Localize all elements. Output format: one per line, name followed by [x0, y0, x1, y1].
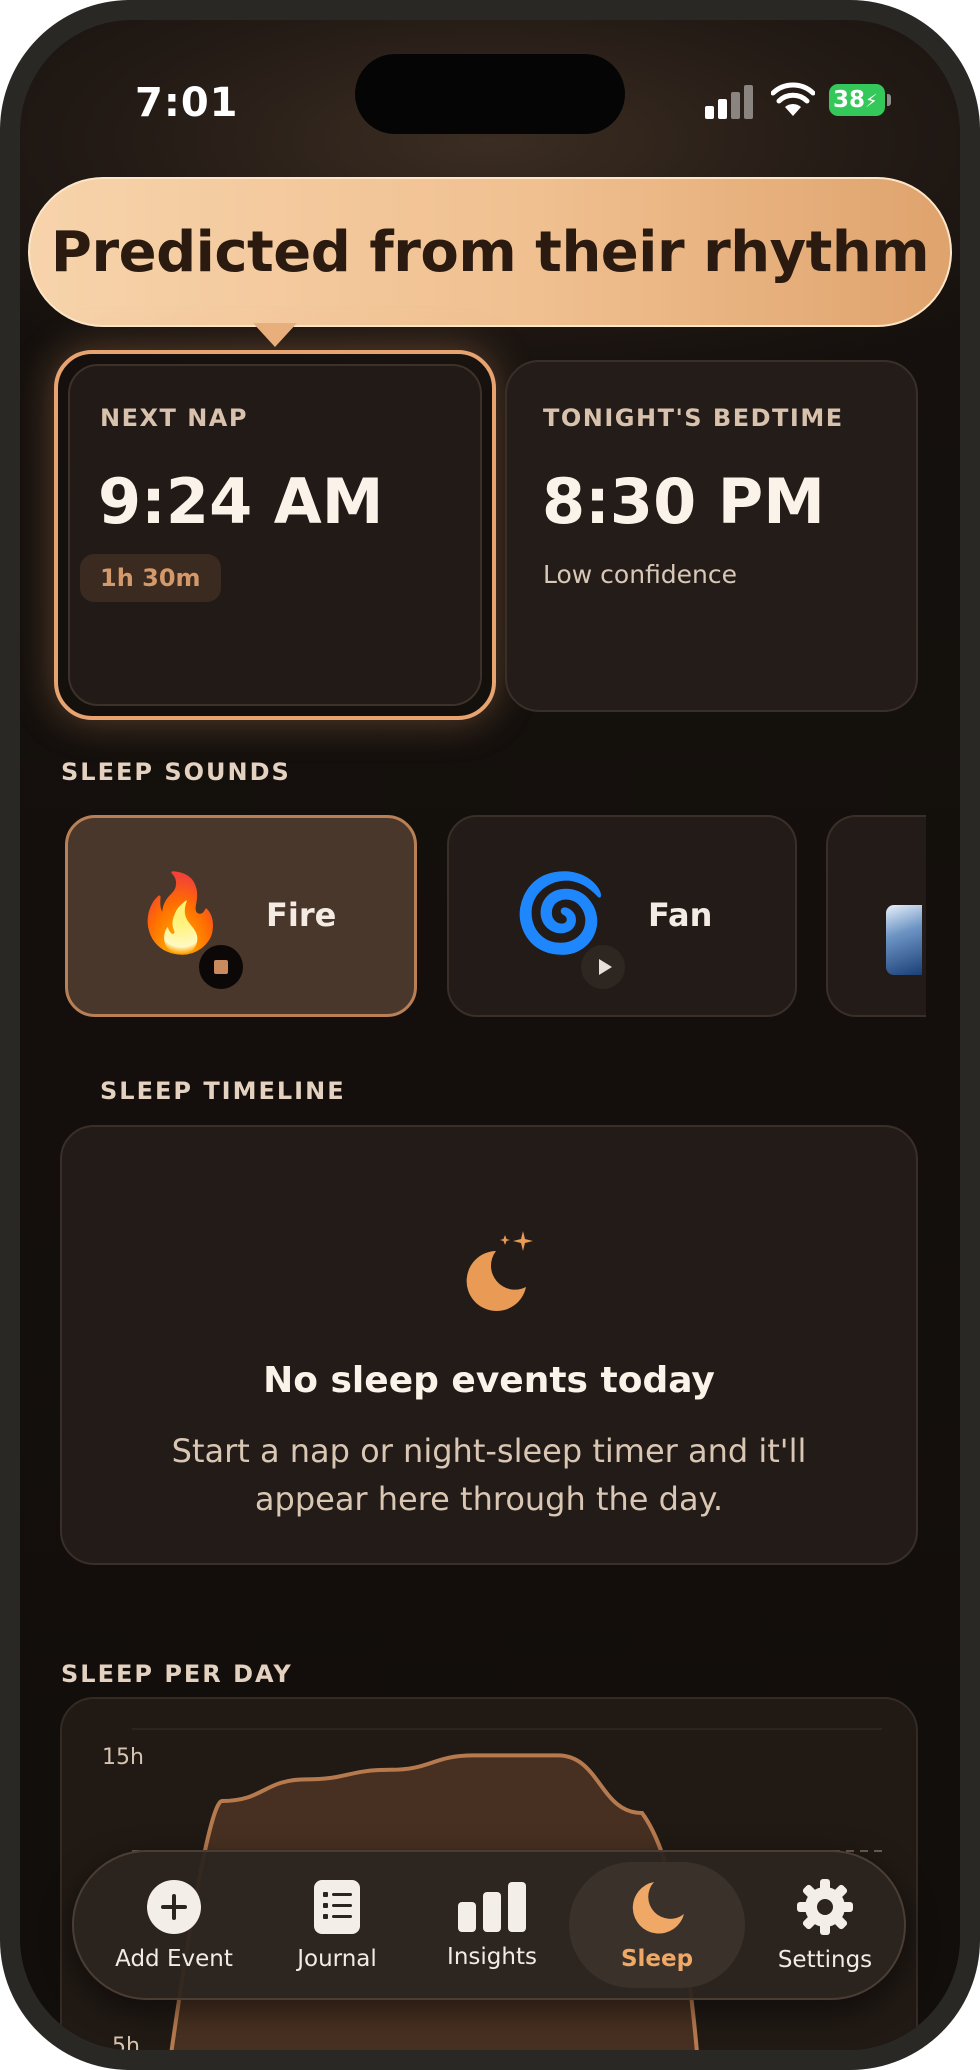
bedtime-label: TONIGHT'S BEDTIME: [543, 404, 844, 432]
next-nap-label: NEXT NAP: [100, 404, 248, 432]
moon-icon: [632, 1882, 684, 1934]
wifi-icon: [771, 82, 815, 116]
tooltip-pointer: [253, 323, 297, 347]
sound-fire-label: Fire: [266, 896, 337, 934]
status-time: 7:01: [135, 80, 239, 126]
phone-frame: 7:01 38⚡ Predicted from their rhythm NEX…: [0, 0, 980, 2070]
plus-circle-icon: [147, 1880, 201, 1934]
sound-fan-card[interactable]: [447, 815, 797, 1017]
sound-fan-label: Fan: [648, 896, 713, 934]
tab-label: Insights: [447, 1944, 537, 1970]
tab-journal[interactable]: Journal: [264, 1852, 410, 1998]
fire-icon: 🔥: [133, 868, 228, 957]
fan-icon: 🌀: [513, 868, 608, 957]
tab-label: Add Event: [115, 1946, 233, 1972]
tab-label: Sleep: [620, 1946, 694, 1972]
cellular-signal-icon: [705, 83, 755, 119]
empty-state-line-1: Start a nap or night-sleep timer and it'…: [171, 1432, 807, 1470]
moon-stars-icon: [466, 1231, 533, 1311]
next-nap-time: 9:24 AM: [98, 465, 384, 538]
journal-icon: [314, 1880, 360, 1934]
play-icon[interactable]: [581, 945, 625, 989]
tab-sleep[interactable]: Sleep: [569, 1862, 745, 1988]
battery-icon: 38⚡: [829, 84, 891, 116]
app-screen: 7:01 38⚡ Predicted from their rhythm NEX…: [20, 20, 960, 2050]
nap-countdown-chip: 1h 30m: [80, 554, 221, 602]
ocean-wave-icon: [886, 905, 922, 975]
gear-icon: [797, 1879, 853, 1935]
y-tick-15h: 15h: [102, 1745, 144, 1770]
tab-label: Settings: [777, 1947, 873, 1973]
tab-add-event[interactable]: Add Event: [96, 1852, 252, 1998]
stop-icon[interactable]: [199, 945, 243, 989]
tab-label: Journal: [297, 1946, 377, 1972]
sound-fire-card[interactable]: [65, 815, 417, 1017]
bedtime-confidence: Low confidence: [543, 560, 738, 589]
tab-bar: Add Event Journal Insights Sleep Setting…: [72, 1850, 906, 2000]
tab-insights[interactable]: Insights: [419, 1852, 565, 1998]
y-tick-5h: 5h: [112, 2034, 140, 2050]
sleep-sounds-title: SLEEP SOUNDS: [61, 758, 291, 786]
empty-state-title: No sleep events today: [263, 1360, 715, 1401]
tab-settings[interactable]: Settings: [752, 1852, 898, 1998]
battery-level: 38: [833, 87, 866, 113]
empty-state-line-2: appear here through the day.: [254, 1480, 724, 1518]
prediction-tooltip: Predicted from their rhythm: [28, 177, 952, 327]
tooltip-text: Predicted from their rhythm: [50, 219, 930, 285]
sleep-timeline-title: SLEEP TIMELINE: [100, 1077, 346, 1105]
sleep-per-day-title: SLEEP PER DAY: [61, 1660, 293, 1688]
dynamic-island: [355, 54, 625, 134]
bedtime-time: 8:30 PM: [542, 465, 825, 538]
bar-chart-icon: [458, 1882, 526, 1932]
